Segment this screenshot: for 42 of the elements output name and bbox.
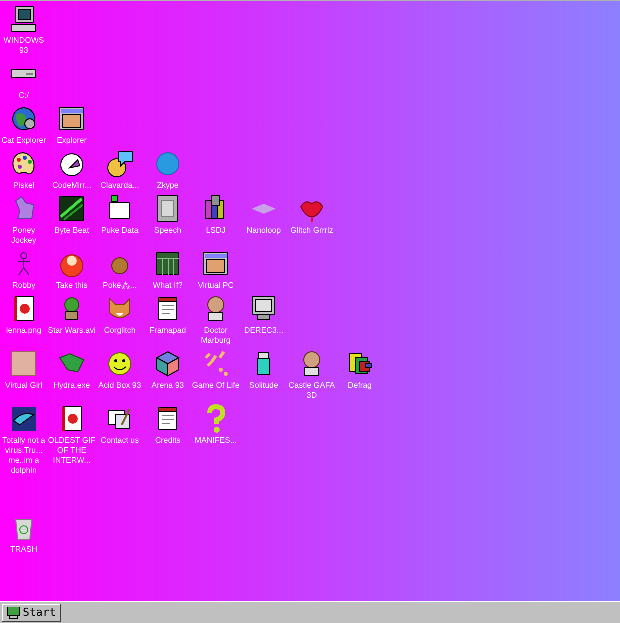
icon-label[interactable]: Arena 93 <box>144 381 192 391</box>
icon-label[interactable]: OLDEST GIF OF THE INTERW... <box>48 436 96 466</box>
icon-label[interactable]: Castle GAFA 3D <box>288 381 336 401</box>
icon-label[interactable]: lenna.png <box>0 326 48 336</box>
computer-icon <box>7 606 21 618</box>
icon-label[interactable]: Take this <box>48 281 96 291</box>
icon-label[interactable]: Defrag <box>336 381 384 391</box>
icon-label[interactable]: Clavarda... <box>96 181 144 191</box>
icon-label[interactable]: Acid Box 93 <box>96 381 144 391</box>
icon-label[interactable]: CodeMirr... <box>48 181 96 191</box>
icon-label[interactable]: Credits <box>144 436 192 446</box>
icon-label[interactable]: Puke Data <box>96 226 144 236</box>
icon-label[interactable]: MANIFES... <box>192 436 240 446</box>
icon-label[interactable]: Robby <box>0 281 48 291</box>
icon-label[interactable]: Speech <box>144 226 192 236</box>
icon-label[interactable]: LSDJ <box>192 226 240 236</box>
icon-label[interactable]: Doctor Marburg <box>192 326 240 346</box>
icon-label[interactable]: Glitch Grrrlz <box>288 226 336 236</box>
icon-label[interactable]: Cat Explorer <box>0 136 48 146</box>
icon-label[interactable]: What If? <box>144 281 192 291</box>
icon-label[interactable]: Virtual PC <box>192 281 240 291</box>
icon-label[interactable]: TRASH <box>0 545 48 555</box>
icon-label[interactable]: Star Wars.avi <box>48 326 96 336</box>
icon-label[interactable]: Hydra.exe <box>48 381 96 391</box>
icon-label[interactable]: Framapad <box>144 326 192 336</box>
icon-label[interactable]: DEREC3... <box>240 326 288 336</box>
icon-label[interactable]: Byte Beat <box>48 226 96 236</box>
icon-label[interactable]: Virtual Girl <box>0 381 48 391</box>
icon-label[interactable]: Game Of Life <box>192 381 240 391</box>
icon-label[interactable]: Piskel <box>0 181 48 191</box>
icon-label[interactable]: Solitude <box>240 381 288 391</box>
icon-label[interactable]: Totally not a virus.Tru... me..im a dolphin <box>0 436 48 476</box>
icon-label[interactable]: Poney Jockey <box>0 226 48 246</box>
icon-label[interactable]: C:/ <box>0 91 48 101</box>
icon-label[interactable]: Nanoloop <box>240 226 288 236</box>
start-button[interactable]: Start <box>2 604 62 622</box>
icon-label[interactable]: WINDOWS 93 <box>0 36 48 56</box>
icon-label[interactable]: Corglitch <box>96 326 144 336</box>
icon-label[interactable]: Explorer <box>48 136 96 146</box>
icon-label[interactable]: Contact us <box>96 436 144 446</box>
icon-label[interactable]: Poké⁂... <box>96 281 144 291</box>
icon-label[interactable]: Zkype <box>144 181 192 191</box>
